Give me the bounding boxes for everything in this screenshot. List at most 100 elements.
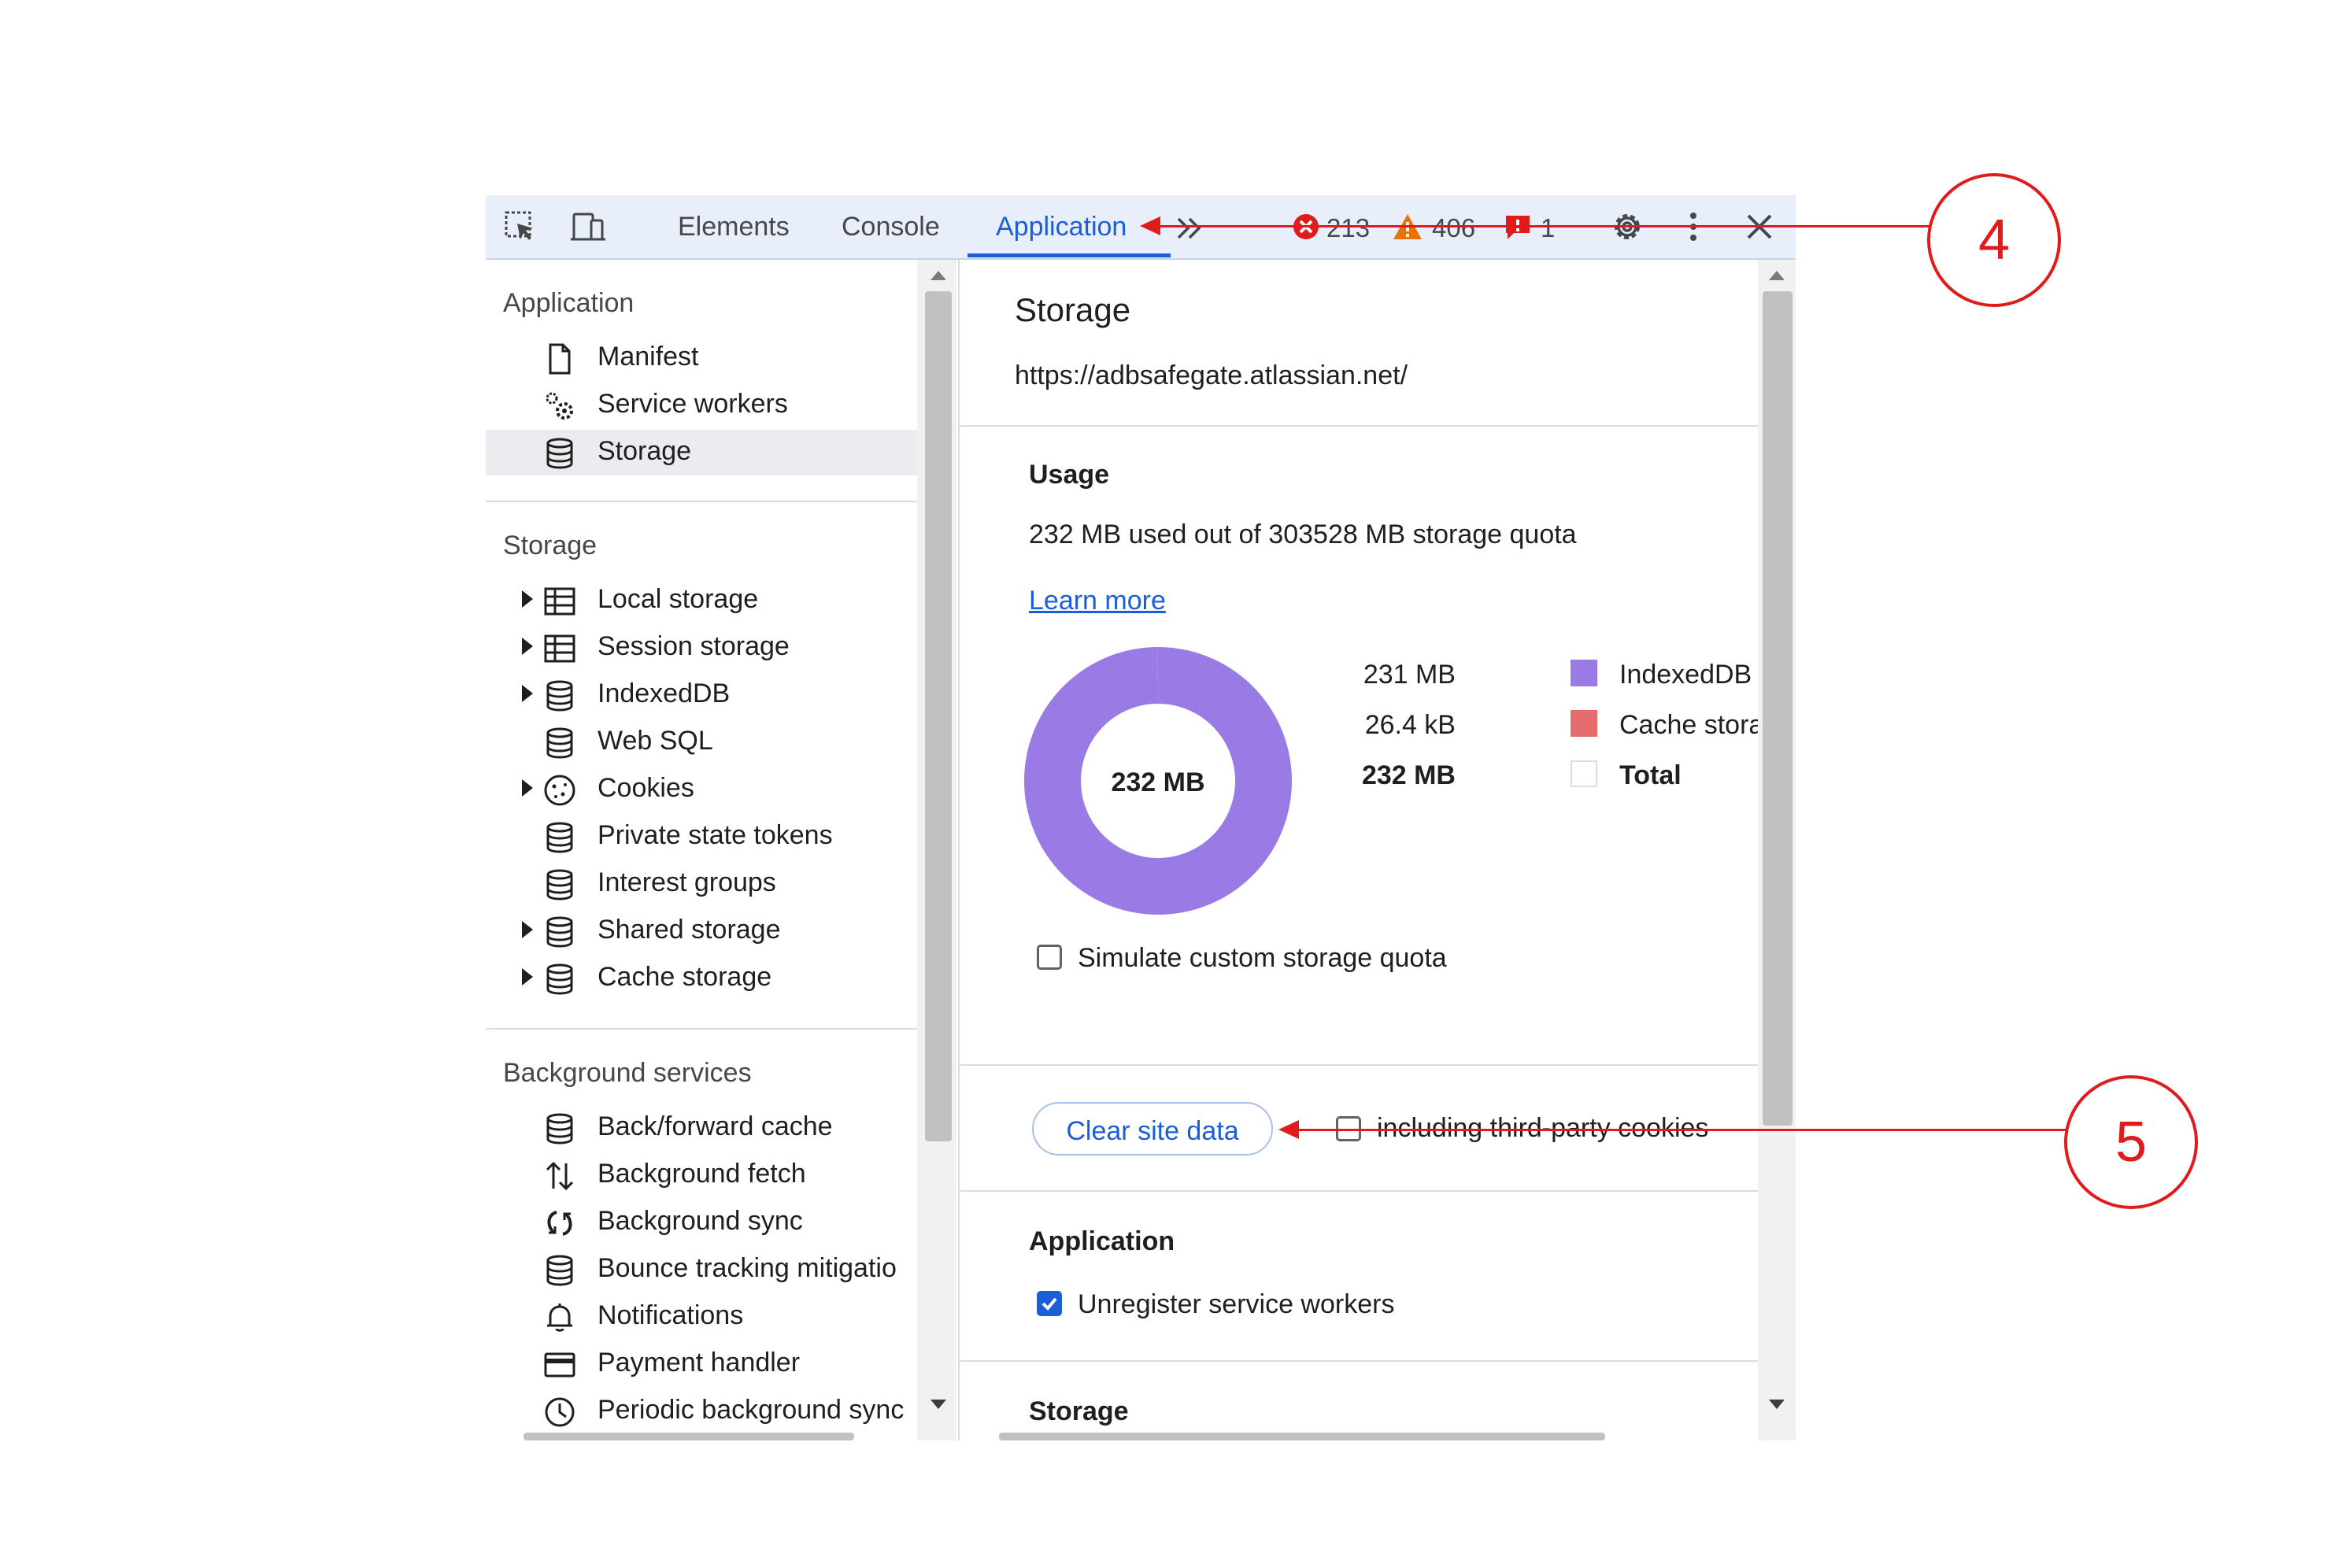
application-sidebar: Application Manifest Service workers Sto… [486, 260, 960, 1440]
issues-icon[interactable] [1504, 214, 1531, 241]
active-tab-indicator [968, 253, 1171, 257]
unregister-service-workers-checkbox[interactable] [1037, 1291, 1062, 1316]
clear-site-data-button[interactable]: Clear site data [1032, 1102, 1273, 1156]
expand-arrow-icon[interactable] [522, 921, 533, 938]
database-icon [546, 727, 573, 759]
more-tabs-chevron-icon[interactable] [1172, 209, 1210, 247]
cookie-icon [544, 775, 575, 806]
sidebar-section-storage-title: Storage [503, 531, 598, 560]
unregister-service-workers-label: Unregister service workers [1078, 1289, 1395, 1319]
sidebar-item-label: Web SQL [598, 726, 713, 756]
simulate-quota-label: Simulate custom storage quota [1078, 943, 1447, 973]
expand-arrow-icon[interactable] [522, 638, 533, 655]
database-icon [546, 963, 573, 995]
sidebar-item-local-storage[interactable]: Local storage [486, 578, 917, 623]
sidebar-item-storage[interactable]: Storage [486, 430, 917, 475]
sidebar-section-application-title: Application [503, 288, 635, 318]
database-icon [546, 1255, 573, 1286]
sidebar-item-background-fetch[interactable]: Background fetch [486, 1152, 917, 1198]
expand-arrow-icon[interactable] [522, 590, 533, 608]
database-icon [546, 438, 573, 469]
main-horizontal-scrollbar[interactable] [999, 1433, 1605, 1440]
legend-name-indexeddb: IndexedDB [1619, 660, 1752, 690]
section-divider [960, 425, 1758, 427]
up-down-arrows-icon [546, 1161, 574, 1191]
scroll-down-arrow-icon[interactable] [931, 1400, 946, 1409]
sidebar-item-cookies[interactable]: Cookies [486, 767, 917, 812]
sidebar-item-label: Cookies [598, 773, 694, 803]
scroll-up-arrow-icon[interactable] [1769, 271, 1785, 280]
tab-console[interactable]: Console [842, 195, 940, 258]
inspect-element-icon[interactable] [501, 208, 539, 246]
sidebar-item-session-storage[interactable]: Session storage [486, 625, 917, 671]
callout-4: 4 [1927, 173, 2061, 307]
storage-section-heading: Storage [1029, 1396, 1129, 1426]
sidebar-divider [486, 501, 917, 502]
expand-arrow-icon[interactable] [522, 779, 533, 797]
sidebar-horizontal-scrollbar[interactable] [524, 1433, 854, 1440]
warning-count[interactable]: 406 [1432, 214, 1475, 242]
table-icon [544, 634, 575, 663]
sidebar-item-payment-handler[interactable]: Payment handler [486, 1341, 917, 1387]
sidebar-item-label: Cache storage [598, 962, 772, 992]
learn-more-link[interactable]: Learn more [1029, 586, 1166, 616]
sidebar-item-cache-storage[interactable]: Cache storage [486, 956, 917, 1001]
page-title: Storage [1015, 291, 1131, 328]
sync-icon [547, 1211, 572, 1236]
sidebar-item-notifications[interactable]: Notifications [486, 1294, 917, 1340]
callout-4-line [1157, 225, 1930, 227]
section-divider [960, 1064, 1758, 1066]
callout-5-line [1297, 1129, 2067, 1131]
sidebar-item-label: Background sync [598, 1206, 803, 1236]
sidebar-item-back-forward-cache[interactable]: Back/forward cache [486, 1105, 917, 1151]
main-scrollbar-thumb[interactable] [1763, 291, 1793, 1126]
sidebar-item-service-workers[interactable]: Service workers [486, 383, 917, 428]
legend-swatch-cache [1571, 710, 1597, 737]
sidebar-item-background-sync[interactable]: Background sync [486, 1200, 917, 1245]
legend-swatch-indexeddb [1571, 660, 1597, 686]
sidebar-divider [486, 1028, 917, 1030]
clock-icon [545, 1397, 575, 1427]
legend-name-total: Total [1619, 760, 1682, 790]
sidebar-item-periodic-background-sync[interactable]: Periodic background sync [486, 1389, 917, 1434]
origin-url: https://adbsafegate.atlassian.net/ [1015, 361, 1408, 390]
devtools-panel: Elements Console Application 213 406 1 A… [486, 195, 1796, 1440]
sidebar-item-label: Periodic background sync [598, 1395, 905, 1425]
bell-icon [547, 1304, 572, 1332]
sidebar-item-shared-storage[interactable]: Shared storage [486, 908, 917, 954]
scroll-up-arrow-icon[interactable] [931, 271, 946, 280]
tab-application[interactable]: Application [996, 195, 1127, 258]
callout-4-arrowhead [1140, 216, 1160, 235]
sidebar-item-label: Shared storage [598, 915, 781, 945]
issues-count[interactable]: 1 [1541, 214, 1555, 242]
database-icon [546, 680, 573, 712]
sidebar-item-interest-groups[interactable]: Interest groups [486, 861, 917, 907]
sidebar-item-bounce-tracking[interactable]: Bounce tracking mitigatio [486, 1247, 917, 1292]
legend-value-indexeddb: 231 MB [1363, 660, 1456, 690]
device-toolbar-icon[interactable] [569, 208, 607, 246]
tab-elements[interactable]: Elements [678, 195, 790, 258]
table-icon [544, 587, 575, 616]
document-icon [549, 343, 571, 375]
expand-arrow-icon[interactable] [522, 968, 533, 986]
sidebar-section-background-services-title: Background services [503, 1058, 752, 1088]
sidebar-item-label: Local storage [598, 584, 759, 614]
legend-name-cache: Cache storag [1619, 710, 1758, 740]
application-section-heading: Application [1029, 1226, 1175, 1256]
usage-heading: Usage [1029, 460, 1110, 490]
scroll-down-arrow-icon[interactable] [1769, 1400, 1785, 1409]
legend-value-cache: 26.4 kB [1364, 710, 1456, 740]
error-count[interactable]: 213 [1326, 214, 1370, 242]
sidebar-item-indexeddb[interactable]: IndexedDB [486, 672, 917, 718]
simulate-quota-checkbox[interactable] [1037, 945, 1062, 970]
checkmark-icon [1042, 1297, 1057, 1311]
sidebar-item-label: Manifest [598, 342, 699, 372]
expand-arrow-icon[interactable] [522, 685, 533, 702]
sidebar-item-private-state-tokens[interactable]: Private state tokens [486, 814, 917, 860]
sidebar-scrollbar-thumb[interactable] [925, 291, 952, 1141]
sidebar-item-manifest[interactable]: Manifest [486, 335, 917, 381]
usage-summary: 232 MB used out of 303528 MB storage quo… [1029, 520, 1577, 549]
database-icon [546, 822, 573, 853]
sidebar-item-web-sql[interactable]: Web SQL [486, 719, 917, 765]
sidebar-item-label: IndexedDB [598, 679, 731, 708]
